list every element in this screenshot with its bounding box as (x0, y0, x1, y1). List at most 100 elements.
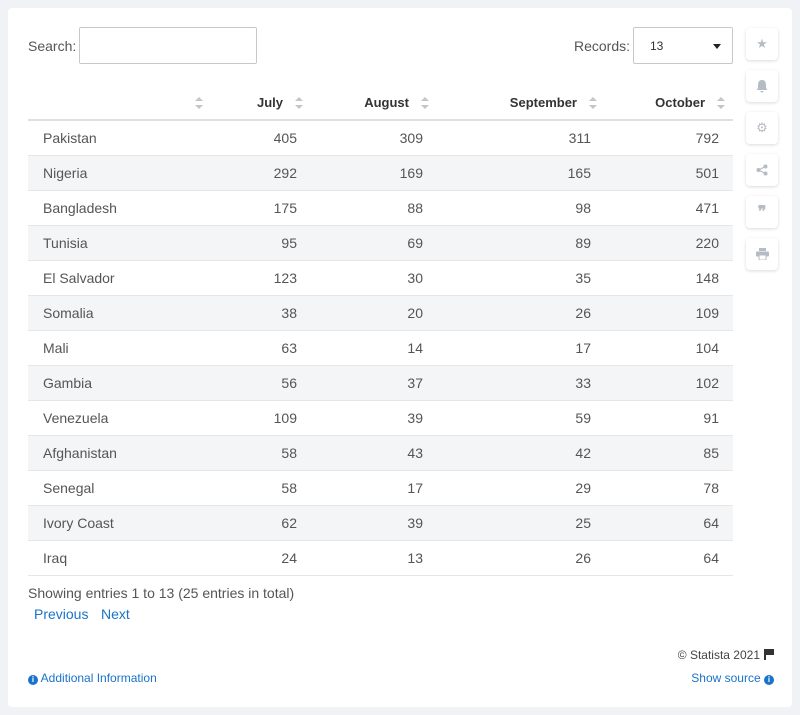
info-icon: i (764, 675, 774, 685)
search-label: Search: (28, 38, 77, 54)
cell-country: Somalia (28, 295, 211, 331)
show-source-link[interactable]: Show source i (691, 671, 774, 685)
cell-october: 220 (605, 225, 733, 261)
cell-july: 123 (211, 260, 311, 296)
table-row: Gambia 56 37 33 102 (28, 365, 733, 401)
next-link[interactable]: Next (101, 606, 130, 622)
cell-august: 30 (311, 260, 437, 296)
copyright-text: © Statista 2021 (677, 648, 760, 662)
chevron-down-icon (713, 44, 721, 49)
cell-country: Afghanistan (28, 435, 211, 471)
cell-october: 64 (605, 505, 733, 541)
column-header-august[interactable]: August (311, 86, 437, 121)
cell-september: 98 (437, 190, 605, 226)
cell-july: 175 (211, 190, 311, 226)
column-header-country[interactable] (28, 86, 211, 121)
additional-information-link[interactable]: i Additional Information (28, 671, 157, 685)
cell-july: 62 (211, 505, 311, 541)
cell-july: 63 (211, 330, 311, 366)
cell-october: 148 (605, 260, 733, 296)
sort-icon (295, 97, 303, 109)
cell-september: 59 (437, 400, 605, 436)
show-source-label: Show source (691, 671, 761, 685)
cell-august: 20 (311, 295, 437, 331)
column-header-september[interactable]: September (437, 86, 605, 121)
cell-august: 14 (311, 330, 437, 366)
cell-september: 26 (437, 540, 605, 576)
cell-july: 56 (211, 365, 311, 401)
cell-september: 29 (437, 470, 605, 506)
cell-september: 17 (437, 330, 605, 366)
cell-country: Senegal (28, 470, 211, 506)
records-label: Records: (574, 38, 631, 54)
sort-icon (421, 97, 429, 109)
search-input[interactable] (79, 27, 257, 64)
cell-september: 165 (437, 155, 605, 191)
cell-september: 33 (437, 365, 605, 401)
cell-country: Iraq (28, 540, 211, 576)
cell-july: 292 (211, 155, 311, 191)
cell-august: 17 (311, 470, 437, 506)
copyright: © Statista 2021 (678, 648, 774, 662)
flag-icon[interactable] (764, 649, 774, 660)
cell-july: 58 (211, 470, 311, 506)
records-select[interactable]: 13 (633, 27, 733, 64)
table-row: Pakistan 405 309 311 792 (28, 120, 733, 156)
star-icon[interactable]: ★ (746, 28, 778, 60)
column-header-october[interactable]: October (605, 86, 733, 121)
table-row: Ivory Coast 62 39 25 64 (28, 505, 733, 541)
cell-july: 95 (211, 225, 311, 261)
table-row: Nigeria 292 169 165 501 (28, 155, 733, 191)
sort-icon (195, 97, 203, 109)
cell-august: 169 (311, 155, 437, 191)
cell-country: Tunisia (28, 225, 211, 261)
table-row: Iraq 24 13 26 64 (28, 540, 733, 576)
cell-october: 104 (605, 330, 733, 366)
table-row: Venezuela 109 39 59 91 (28, 400, 733, 436)
cell-country: Mali (28, 330, 211, 366)
cell-october: 501 (605, 155, 733, 191)
cell-august: 13 (311, 540, 437, 576)
cell-october: 64 (605, 540, 733, 576)
cell-october: 78 (605, 470, 733, 506)
table-row: Somalia 38 20 26 109 (28, 295, 733, 331)
cell-country: Pakistan (28, 120, 211, 156)
cell-july: 405 (211, 120, 311, 156)
data-table: July August September October Pakistan 40… (28, 86, 733, 576)
cell-october: 85 (605, 435, 733, 471)
table-row: Tunisia 95 69 89 220 (28, 225, 733, 261)
table-row: Afghanistan 58 43 42 85 (28, 435, 733, 471)
print-icon[interactable] (746, 238, 778, 270)
cell-july: 109 (211, 400, 311, 436)
cell-country: El Salvador (28, 260, 211, 296)
cell-august: 39 (311, 505, 437, 541)
cell-august: 43 (311, 435, 437, 471)
cell-country: Nigeria (28, 155, 211, 191)
gear-icon[interactable]: ⚙ (746, 112, 778, 144)
sort-icon (589, 97, 597, 109)
quote-icon[interactable]: ❞ (746, 196, 778, 228)
statistic-card: Search: Records: 13 ★ ⚙ ❞ July August Se… (8, 8, 792, 707)
cell-september: 42 (437, 435, 605, 471)
cell-july: 38 (211, 295, 311, 331)
cell-september: 311 (437, 120, 605, 156)
column-header-july[interactable]: July (211, 86, 311, 121)
cell-september: 26 (437, 295, 605, 331)
cell-august: 69 (311, 225, 437, 261)
records-selected-value: 13 (650, 39, 664, 53)
share-icon[interactable] (746, 154, 778, 186)
table-row: Mali 63 14 17 104 (28, 330, 733, 366)
table-row: Bangladesh 175 88 98 471 (28, 190, 733, 226)
cell-october: 792 (605, 120, 733, 156)
cell-august: 39 (311, 400, 437, 436)
previous-link[interactable]: Previous (34, 606, 88, 622)
entries-info: Showing entries 1 to 13 (25 entries in t… (28, 585, 295, 601)
bell-icon[interactable] (746, 70, 778, 102)
cell-country: Venezuela (28, 400, 211, 436)
cell-country: Bangladesh (28, 190, 211, 226)
cell-october: 109 (605, 295, 733, 331)
cell-october: 102 (605, 365, 733, 401)
cell-october: 91 (605, 400, 733, 436)
table-header-row: July August September October (28, 86, 733, 121)
cell-august: 88 (311, 190, 437, 226)
